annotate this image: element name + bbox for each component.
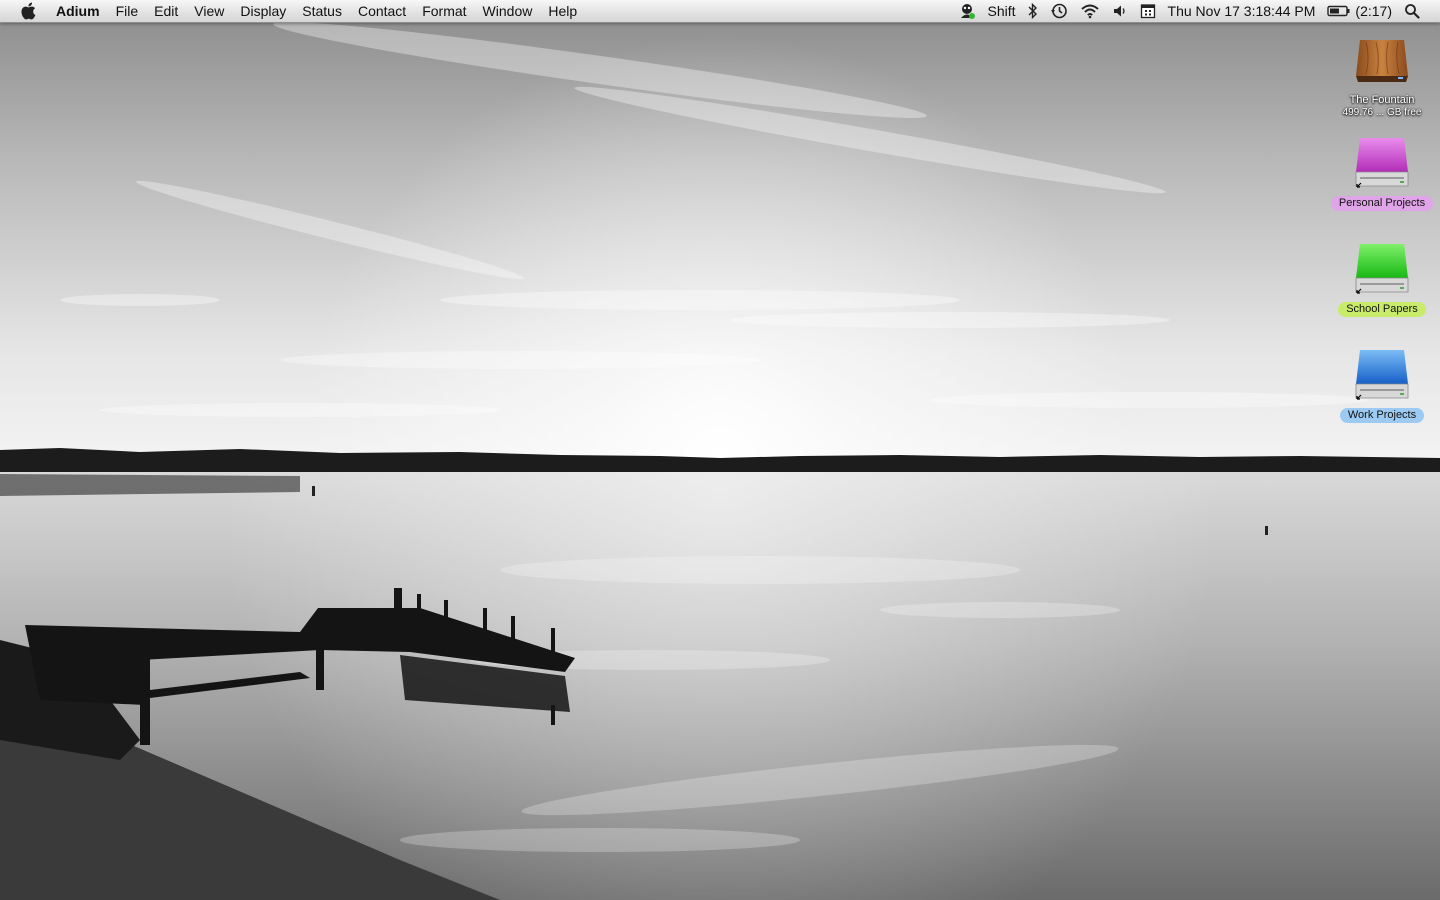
hard-drive-blue-icon — [1352, 346, 1412, 406]
desktop-wallpaper — [0, 0, 1440, 900]
desktop-icon-label: School Papers — [1338, 302, 1426, 317]
hard-drive-wood-icon — [1352, 32, 1412, 92]
menu-display[interactable]: Display — [232, 0, 294, 22]
desktop-icon-personal-projects[interactable]: Personal Projects — [1327, 134, 1437, 211]
battery-time: (2:17) — [1355, 3, 1392, 19]
battery-icon[interactable]: (2:17) — [1321, 0, 1398, 22]
desktop-icon-work-projects[interactable]: Work Projects — [1327, 346, 1437, 423]
volume-icon[interactable] — [1106, 0, 1134, 22]
hard-drive-green-icon — [1352, 240, 1412, 300]
adium-duck-icon[interactable] — [952, 0, 982, 22]
time-machine-icon[interactable] — [1044, 0, 1074, 22]
menu-clock[interactable]: Thu Nov 17 3:18:44 PM — [1162, 0, 1322, 22]
desktop-icon-the-fountain[interactable]: The Fountain 499.76 ... GB free — [1327, 32, 1437, 118]
menu-help[interactable]: Help — [540, 0, 585, 22]
desktop-icon-school-papers[interactable]: School Papers — [1327, 240, 1437, 317]
hard-drive-purple-icon — [1352, 134, 1412, 194]
menu-bar: Adium File Edit View Display Status Cont… — [0, 0, 1440, 23]
desktop-icon-free-space: 499.76 ... GB free — [1342, 107, 1422, 118]
spotlight-icon[interactable] — [1398, 0, 1426, 22]
apple-menu-icon[interactable] — [18, 1, 38, 21]
menu-window[interactable]: Window — [475, 0, 541, 22]
menu-format[interactable]: Format — [414, 0, 474, 22]
desktop-icon-label: Work Projects — [1339, 408, 1425, 423]
input-source-shift[interactable]: Shift — [982, 0, 1022, 22]
calendar-icon[interactable] — [1134, 0, 1162, 22]
bluetooth-icon[interactable] — [1022, 0, 1044, 22]
menu-file[interactable]: File — [108, 0, 147, 22]
menu-app-name[interactable]: Adium — [52, 0, 108, 22]
menu-contact[interactable]: Contact — [350, 0, 414, 22]
menu-status[interactable]: Status — [294, 0, 350, 22]
desktop-icon-label: Personal Projects — [1330, 196, 1434, 211]
menu-edit[interactable]: Edit — [146, 0, 186, 22]
wifi-icon[interactable] — [1074, 0, 1106, 22]
desktop-icon-label: The Fountain — [1349, 94, 1415, 106]
menu-view[interactable]: View — [186, 0, 232, 22]
menu-extras: Shift Thu Nov 17 3:18:44 PM (2:17) — [952, 0, 1440, 22]
